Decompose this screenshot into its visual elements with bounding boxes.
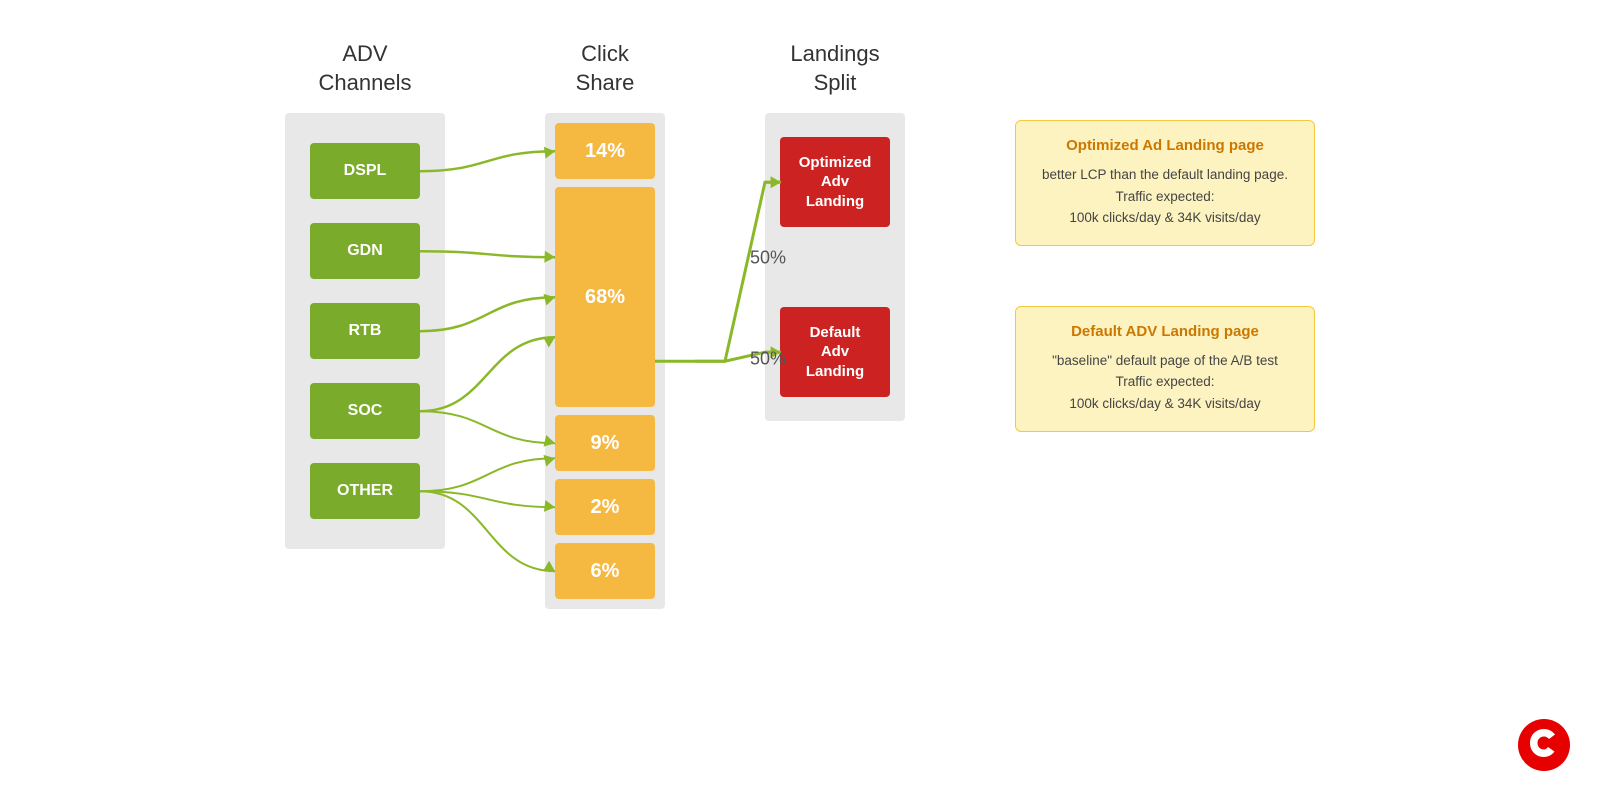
channel-rtb: RTB <box>310 303 420 359</box>
info-cards-section: Optimized Ad Landing page better LCP tha… <box>1015 120 1315 432</box>
share-9: 9% <box>555 415 655 471</box>
landings-split-section: Landings Split OptimizedAdvLanding Defau… <box>765 40 905 421</box>
info-card-default-title: Default ADV Landing page <box>1036 323 1294 340</box>
channel-dspl: DSPL <box>310 143 420 199</box>
click-share-section: Click Share 14% 68% 9% 2% 6% <box>545 40 665 609</box>
channel-soc: SOC <box>310 383 420 439</box>
landings-split-column: OptimizedAdvLanding DefaultAdvLanding <box>765 113 905 421</box>
landing-default: DefaultAdvLanding <box>780 307 890 397</box>
info-card-optimized: Optimized Ad Landing page better LCP tha… <box>1015 120 1315 246</box>
layout: ADV Channels DSPL GDN RTB SOC OTHER Clic… <box>0 0 1600 796</box>
adv-channels-header: ADV Channels <box>319 40 412 97</box>
adv-channels-section: ADV Channels DSPL GDN RTB SOC OTHER <box>285 40 445 549</box>
click-share-column: 14% 68% 9% 2% 6% <box>545 113 665 609</box>
share-14: 14% <box>555 123 655 179</box>
info-card-optimized-title: Optimized Ad Landing page <box>1036 137 1294 154</box>
info-card-optimized-body: better LCP than the default landing page… <box>1036 164 1294 229</box>
share-2: 2% <box>555 479 655 535</box>
channel-other: OTHER <box>310 463 420 519</box>
landing-optimized: OptimizedAdvLanding <box>780 137 890 227</box>
adv-channels-column: DSPL GDN RTB SOC OTHER <box>285 113 445 549</box>
share-6: 6% <box>555 543 655 599</box>
info-card-default: Default ADV Landing page "baseline" defa… <box>1015 306 1315 432</box>
vodafone-logo <box>1518 719 1570 776</box>
info-card-default-body: "baseline" default page of the A/B test … <box>1036 350 1294 415</box>
main-wrapper: 50%50% ADV Channels DSPL GDN RTB SOC OTH… <box>0 0 1600 796</box>
channel-gdn: GDN <box>310 223 420 279</box>
click-share-header: Click Share <box>576 40 635 97</box>
landings-split-header: Landings Split <box>790 40 879 97</box>
share-68: 68% <box>555 187 655 407</box>
